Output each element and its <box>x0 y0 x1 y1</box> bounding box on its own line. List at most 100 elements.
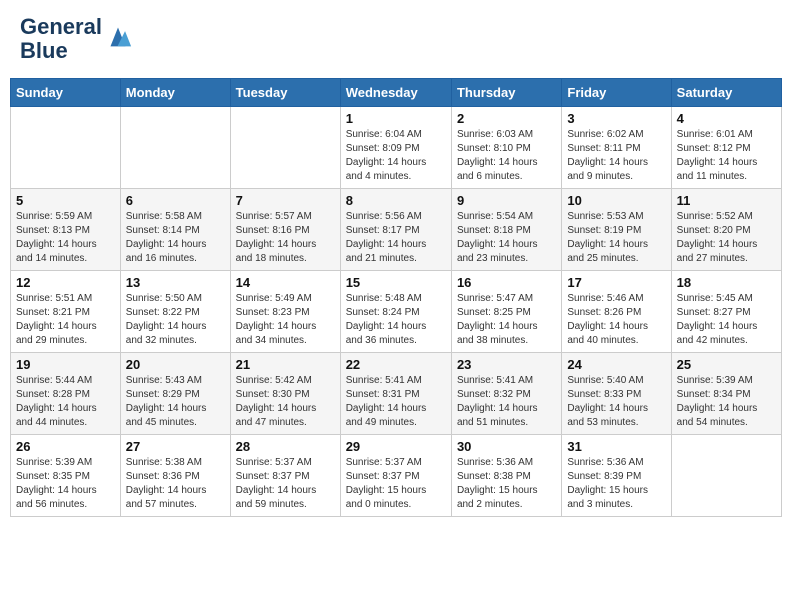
day-number: 22 <box>346 357 446 372</box>
week-row-1: 1Sunrise: 6:04 AMSunset: 8:09 PMDaylight… <box>11 107 782 189</box>
col-header-saturday: Saturday <box>671 79 781 107</box>
col-header-tuesday: Tuesday <box>230 79 340 107</box>
day-number: 13 <box>126 275 225 290</box>
day-cell <box>230 107 340 189</box>
day-cell: 27 Sunrise: 5:38 AMSunset: 8:36 PMDayligh… <box>120 435 230 517</box>
day-cell: 14 Sunrise: 5:49 AMSunset: 8:23 PMDayligh… <box>230 271 340 353</box>
day-info: Sunrise: 5:37 AMSunset: 8:37 PMDaylight:… <box>236 456 335 512</box>
calendar-table: SundayMondayTuesdayWednesdayThursdayFrid… <box>10 78 782 517</box>
day-cell: 3 Sunrise: 6:02 AMSunset: 8:11 PMDaylight… <box>562 107 671 189</box>
logo-text: GeneralBlue <box>20 15 102 63</box>
day-cell: 19 Sunrise: 5:44 AMSunset: 8:28 PMDayligh… <box>11 353 121 435</box>
col-header-friday: Friday <box>562 79 671 107</box>
day-info: Sunrise: 5:57 AMSunset: 8:16 PMDaylight:… <box>236 210 335 266</box>
day-info: Sunrise: 5:39 AMSunset: 8:34 PMDaylight:… <box>677 374 776 430</box>
day-number: 3 <box>567 111 665 126</box>
day-number: 9 <box>457 193 556 208</box>
logo: GeneralBlue <box>20 15 132 63</box>
day-cell: 15 Sunrise: 5:48 AMSunset: 8:24 PMDayligh… <box>340 271 451 353</box>
day-number: 14 <box>236 275 335 290</box>
day-number: 4 <box>677 111 776 126</box>
day-number: 7 <box>236 193 335 208</box>
day-number: 2 <box>457 111 556 126</box>
day-number: 28 <box>236 439 335 454</box>
day-number: 11 <box>677 193 776 208</box>
day-number: 15 <box>346 275 446 290</box>
day-info: Sunrise: 5:50 AMSunset: 8:22 PMDaylight:… <box>126 292 225 348</box>
day-number: 16 <box>457 275 556 290</box>
day-info: Sunrise: 5:38 AMSunset: 8:36 PMDaylight:… <box>126 456 225 512</box>
day-cell: 7 Sunrise: 5:57 AMSunset: 8:16 PMDaylight… <box>230 189 340 271</box>
day-info: Sunrise: 5:36 AMSunset: 8:39 PMDaylight:… <box>567 456 665 512</box>
day-info: Sunrise: 5:56 AMSunset: 8:17 PMDaylight:… <box>346 210 446 266</box>
day-cell: 1Sunrise: 6:04 AMSunset: 8:09 PMDaylight… <box>340 107 451 189</box>
day-cell: 30 Sunrise: 5:36 AMSunset: 8:38 PMDayligh… <box>451 435 561 517</box>
day-number: 12 <box>16 275 115 290</box>
day-info: Sunrise: 5:47 AMSunset: 8:25 PMDaylight:… <box>457 292 556 348</box>
day-info: Sunrise: 6:04 AMSunset: 8:09 PMDaylight:… <box>346 128 446 184</box>
day-info: Sunrise: 5:51 AMSunset: 8:21 PMDaylight:… <box>16 292 115 348</box>
day-info: Sunrise: 5:58 AMSunset: 8:14 PMDaylight:… <box>126 210 225 266</box>
day-info: Sunrise: 5:37 AMSunset: 8:37 PMDaylight:… <box>346 456 446 512</box>
day-info: Sunrise: 5:59 AMSunset: 8:13 PMDaylight:… <box>16 210 115 266</box>
day-number: 10 <box>567 193 665 208</box>
day-info: Sunrise: 5:41 AMSunset: 8:31 PMDaylight:… <box>346 374 446 430</box>
day-number: 18 <box>677 275 776 290</box>
day-cell <box>671 435 781 517</box>
week-row-5: 26Sunrise: 5:39 AMSunset: 8:35 PMDayligh… <box>11 435 782 517</box>
day-info: Sunrise: 5:40 AMSunset: 8:33 PMDaylight:… <box>567 374 665 430</box>
day-cell: 21 Sunrise: 5:42 AMSunset: 8:30 PMDayligh… <box>230 353 340 435</box>
day-cell: 2 Sunrise: 6:03 AMSunset: 8:10 PMDaylight… <box>451 107 561 189</box>
day-info: Sunrise: 5:53 AMSunset: 8:19 PMDaylight:… <box>567 210 665 266</box>
day-number: 17 <box>567 275 665 290</box>
day-info: Sunrise: 5:39 AMSunset: 8:35 PMDaylight:… <box>16 456 115 512</box>
day-info: Sunrise: 5:44 AMSunset: 8:28 PMDaylight:… <box>16 374 115 430</box>
day-cell: 28 Sunrise: 5:37 AMSunset: 8:37 PMDayligh… <box>230 435 340 517</box>
day-cell: 10 Sunrise: 5:53 AMSunset: 8:19 PMDayligh… <box>562 189 671 271</box>
week-row-4: 19 Sunrise: 5:44 AMSunset: 8:28 PMDayligh… <box>11 353 782 435</box>
day-cell: 11 Sunrise: 5:52 AMSunset: 8:20 PMDayligh… <box>671 189 781 271</box>
day-info: Sunrise: 5:49 AMSunset: 8:23 PMDaylight:… <box>236 292 335 348</box>
day-number: 20 <box>126 357 225 372</box>
day-cell: 20Sunrise: 5:43 AMSunset: 8:29 PMDayligh… <box>120 353 230 435</box>
day-cell: 9 Sunrise: 5:54 AMSunset: 8:18 PMDaylight… <box>451 189 561 271</box>
day-cell: 23 Sunrise: 5:41 AMSunset: 8:32 PMDayligh… <box>451 353 561 435</box>
day-number: 6 <box>126 193 225 208</box>
day-info: Sunrise: 5:46 AMSunset: 8:26 PMDaylight:… <box>567 292 665 348</box>
day-cell: 16 Sunrise: 5:47 AMSunset: 8:25 PMDayligh… <box>451 271 561 353</box>
day-cell: 12 Sunrise: 5:51 AMSunset: 8:21 PMDayligh… <box>11 271 121 353</box>
day-info: Sunrise: 5:54 AMSunset: 8:18 PMDaylight:… <box>457 210 556 266</box>
col-header-wednesday: Wednesday <box>340 79 451 107</box>
day-info: Sunrise: 5:48 AMSunset: 8:24 PMDaylight:… <box>346 292 446 348</box>
day-number: 30 <box>457 439 556 454</box>
day-number: 19 <box>16 357 115 372</box>
day-number: 25 <box>677 357 776 372</box>
week-row-3: 12 Sunrise: 5:51 AMSunset: 8:21 PMDayligh… <box>11 271 782 353</box>
day-info: Sunrise: 5:42 AMSunset: 8:30 PMDaylight:… <box>236 374 335 430</box>
day-info: Sunrise: 5:52 AMSunset: 8:20 PMDaylight:… <box>677 210 776 266</box>
day-cell <box>11 107 121 189</box>
col-header-thursday: Thursday <box>451 79 561 107</box>
day-cell: 24 Sunrise: 5:40 AMSunset: 8:33 PMDayligh… <box>562 353 671 435</box>
day-info: Sunrise: 6:02 AMSunset: 8:11 PMDaylight:… <box>567 128 665 184</box>
calendar-header-row: SundayMondayTuesdayWednesdayThursdayFrid… <box>11 79 782 107</box>
day-number: 27 <box>126 439 225 454</box>
day-cell: 31Sunrise: 5:36 AMSunset: 8:39 PMDayligh… <box>562 435 671 517</box>
day-info: Sunrise: 5:41 AMSunset: 8:32 PMDaylight:… <box>457 374 556 430</box>
day-number: 29 <box>346 439 446 454</box>
day-number: 23 <box>457 357 556 372</box>
day-cell: 25 Sunrise: 5:39 AMSunset: 8:34 PMDayligh… <box>671 353 781 435</box>
day-cell: 18Sunrise: 5:45 AMSunset: 8:27 PMDayligh… <box>671 271 781 353</box>
day-cell: 22 Sunrise: 5:41 AMSunset: 8:31 PMDayligh… <box>340 353 451 435</box>
day-number: 24 <box>567 357 665 372</box>
day-cell <box>120 107 230 189</box>
col-header-sunday: Sunday <box>11 79 121 107</box>
day-number: 8 <box>346 193 446 208</box>
day-number: 5 <box>16 193 115 208</box>
day-info: Sunrise: 6:03 AMSunset: 8:10 PMDaylight:… <box>457 128 556 184</box>
col-header-monday: Monday <box>120 79 230 107</box>
day-info: Sunrise: 5:36 AMSunset: 8:38 PMDaylight:… <box>457 456 556 512</box>
day-cell: 8 Sunrise: 5:56 AMSunset: 8:17 PMDaylight… <box>340 189 451 271</box>
logo-icon <box>104 25 132 53</box>
day-number: 21 <box>236 357 335 372</box>
